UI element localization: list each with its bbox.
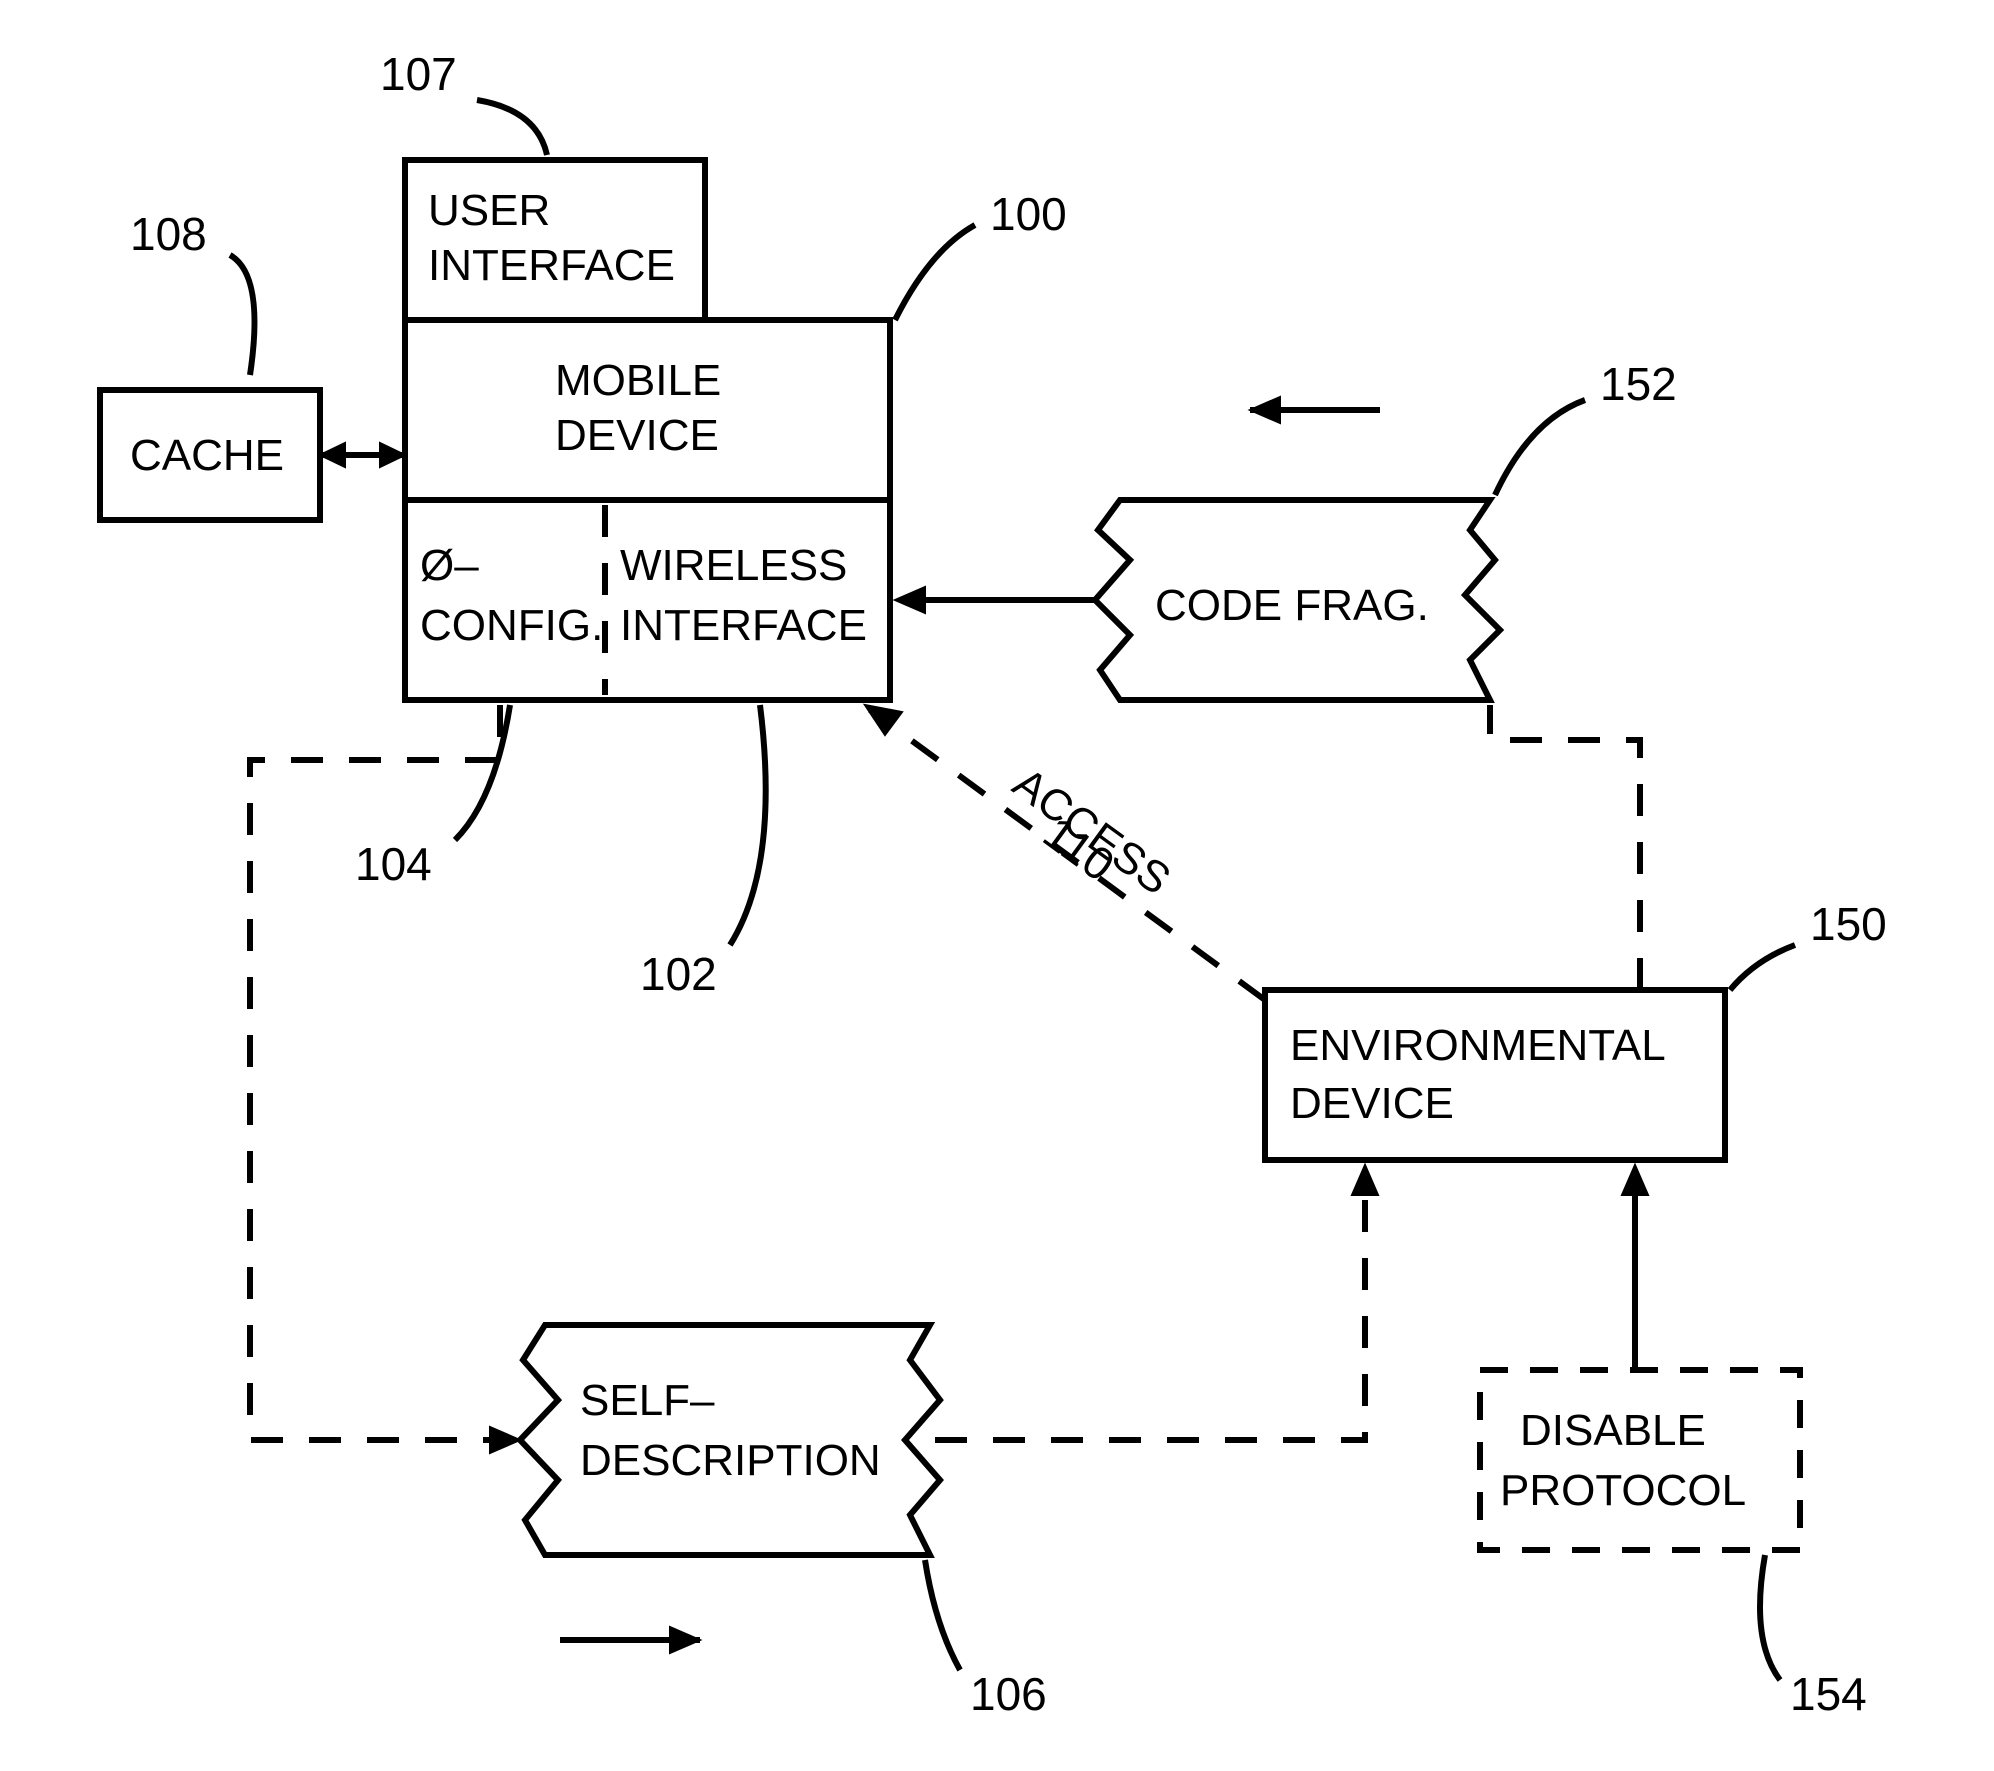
disable-protocol-block: DISABLE PROTOCOL: [1480, 1370, 1800, 1550]
ref-104: 104: [355, 838, 432, 890]
mobile-device-l1: MOBILE: [555, 356, 721, 405]
zero-config-l1: Ø–: [420, 541, 479, 590]
codefrag-to-wireless: [895, 587, 1098, 613]
ref-100: 100: [990, 188, 1067, 240]
diagram-canvas: CACHE 108 USER INTERFACE MOBILE DEVICE Ø…: [0, 0, 1994, 1771]
zeroconfig-to-selfdescr-arrow: [490, 1427, 520, 1453]
zeroconfig-to-selfdescr: [250, 705, 520, 1440]
self-descr-direction-arrow: [560, 1627, 700, 1653]
leader-152: [1495, 400, 1585, 495]
user-interface-l2: INTERFACE: [428, 241, 675, 290]
code-frag-direction-arrow: [1250, 397, 1380, 423]
leader-102: [730, 705, 766, 945]
ref-107: 107: [380, 48, 457, 100]
ref-150: 150: [1810, 898, 1887, 950]
self-descr-l1: SELF–: [580, 1376, 715, 1425]
leader-150: [1730, 945, 1795, 990]
user-interface-l1: USER: [428, 186, 550, 235]
ref-154: 154: [1790, 1668, 1867, 1720]
mobile-device-l2: DEVICE: [555, 411, 719, 460]
leader-100: [895, 225, 975, 320]
ref-108: 108: [130, 208, 207, 260]
env-device-l2: DEVICE: [1290, 1079, 1454, 1128]
leader-154: [1760, 1555, 1780, 1680]
env-to-codefrag: [1490, 705, 1640, 990]
disable-to-env: [1622, 1165, 1648, 1370]
mobile-device-group: USER INTERFACE MOBILE DEVICE Ø– CONFIG. …: [405, 160, 890, 700]
leader-107: [477, 100, 547, 155]
self-descr-l2: DESCRIPTION: [580, 1436, 881, 1485]
leader-108: [230, 255, 255, 375]
disable-protocol-l1: DISABLE: [1520, 1406, 1706, 1455]
leader-106: [925, 1560, 960, 1670]
wireless-interface-l2: INTERFACE: [620, 601, 867, 650]
code-frag-block: CODE FRAG.: [1095, 500, 1500, 700]
access-link: ACCESS 110: [865, 705, 1265, 1000]
self-description-block: SELF– DESCRIPTION: [520, 1325, 940, 1555]
cache-label: CACHE: [130, 431, 284, 480]
wireless-interface-l1: WIRELESS: [620, 541, 847, 590]
cache-mobile-link: [320, 443, 405, 467]
code-frag-label: CODE FRAG.: [1155, 581, 1429, 630]
cache-block: CACHE: [100, 390, 320, 520]
selfdescr-to-env: [935, 1170, 1365, 1440]
env-device-block: ENVIRONMENTAL DEVICE: [1265, 990, 1725, 1160]
disable-protocol-l2: PROTOCOL: [1500, 1466, 1746, 1515]
ref-102: 102: [640, 948, 717, 1000]
ref-106: 106: [970, 1668, 1047, 1720]
env-device-l1: ENVIRONMENTAL: [1290, 1021, 1666, 1070]
ref-152: 152: [1600, 358, 1677, 410]
zero-config-l2: CONFIG.: [420, 601, 603, 650]
selfdescr-to-env-arrow: [1352, 1165, 1378, 1195]
